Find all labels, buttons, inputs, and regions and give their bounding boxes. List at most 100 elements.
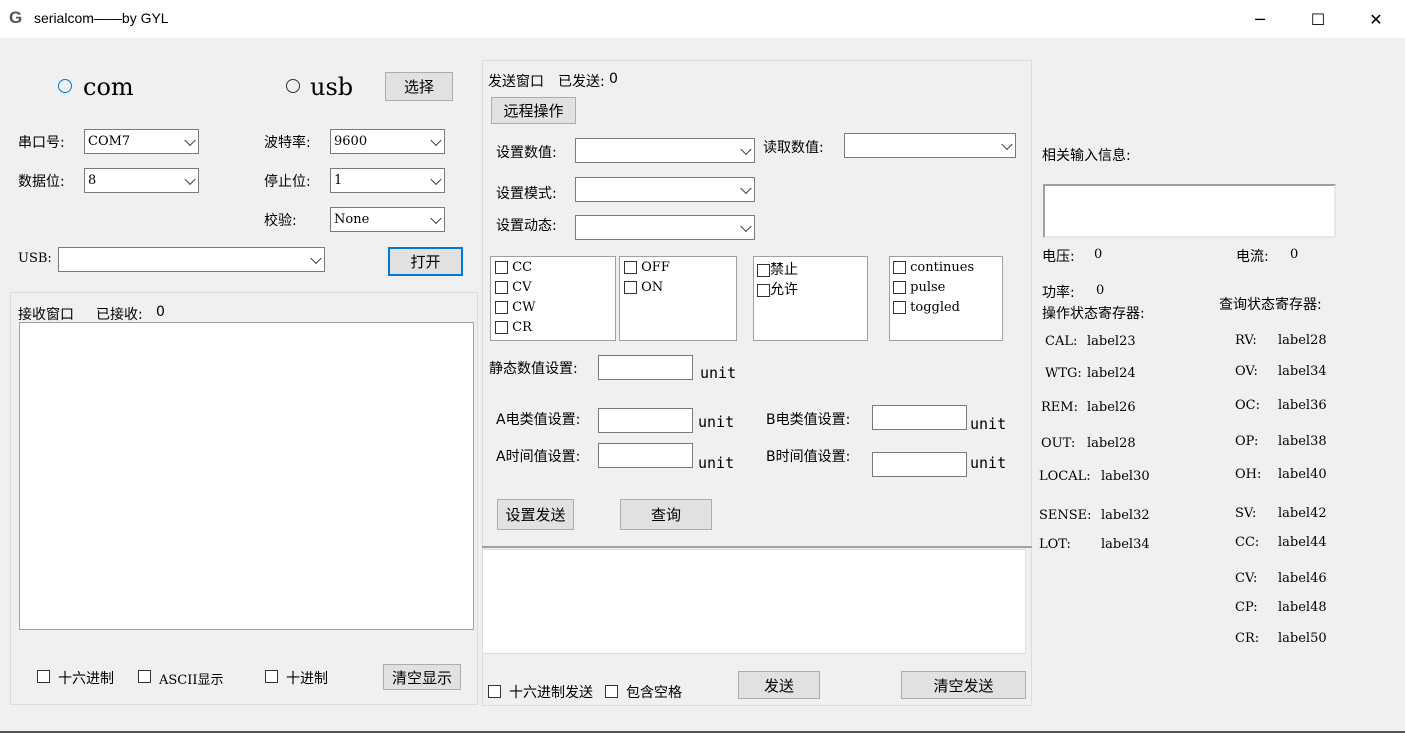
on-label: ON <box>641 280 664 295</box>
port-label: 串口号: <box>18 135 65 151</box>
send-textarea[interactable] <box>482 549 1026 654</box>
continues-label: continues <box>910 260 975 275</box>
a-time-unit: unit <box>698 454 735 472</box>
hex-display-label: 十六进制 <box>58 671 114 687</box>
receive-count-label: 已接收: <box>96 307 143 323</box>
cr-checkbox[interactable] <box>495 321 508 334</box>
minimize-button[interactable]: ─ <box>1231 0 1289 38</box>
op-reg-key: LOT: <box>1039 537 1071 552</box>
include-space-checkbox[interactable] <box>605 685 618 698</box>
b-time-input[interactable] <box>872 452 967 477</box>
allow-checkbox[interactable] <box>757 283 770 297</box>
toggled-label: toggled <box>910 300 961 315</box>
receive-count-value: 0 <box>156 304 165 320</box>
stopbits-label: 停止位: <box>264 174 311 190</box>
forbid-checkbox[interactable] <box>757 263 770 277</box>
op-reg-value: label24 <box>1087 366 1136 381</box>
com-label: com <box>83 73 134 101</box>
query-reg-key: RV: <box>1235 333 1257 348</box>
open-button[interactable]: 打开 <box>388 247 463 276</box>
send-button[interactable]: 发送 <box>738 671 820 699</box>
query-reg-key: CP: <box>1235 600 1258 615</box>
a-class-label: A电类值设置: <box>496 412 581 428</box>
set-mode-label: 设置模式: <box>496 186 557 202</box>
b-class-input[interactable] <box>872 405 967 430</box>
hex-display-checkbox[interactable] <box>37 670 50 683</box>
continues-checkbox[interactable] <box>893 261 906 274</box>
send-title: 发送窗口 <box>488 74 544 90</box>
remote-operation-button[interactable]: 远程操作 <box>491 97 576 124</box>
query-button[interactable]: 查询 <box>620 499 712 530</box>
on-checkbox[interactable] <box>624 281 637 294</box>
cw-checkbox[interactable] <box>495 301 508 314</box>
b-class-unit: unit <box>970 415 1007 433</box>
op-reg-key: SENSE: <box>1039 508 1092 523</box>
toggled-checkbox[interactable] <box>893 301 906 314</box>
close-button[interactable]: ✕ <box>1347 0 1405 38</box>
receive-textarea[interactable] <box>19 322 474 630</box>
query-reg-value: label48 <box>1278 600 1327 615</box>
power-value: 0 <box>1096 283 1105 298</box>
set-value-select[interactable] <box>575 138 755 163</box>
usb-radio[interactable] <box>286 79 300 93</box>
send-divider <box>482 546 1032 548</box>
select-button[interactable]: 选择 <box>385 72 453 101</box>
hex-send-checkbox[interactable] <box>488 685 501 698</box>
read-value-select[interactable] <box>844 133 1016 158</box>
query-reg-key: CC: <box>1235 535 1260 550</box>
maximize-button[interactable]: ☐ <box>1289 0 1347 38</box>
off-checkbox[interactable] <box>624 261 637 274</box>
cw-label: CW <box>512 300 536 315</box>
a-time-label: A时间值设置: <box>496 449 581 465</box>
query-reg-key: OH: <box>1235 467 1262 482</box>
op-reg-key: REM: <box>1041 400 1078 415</box>
send-count-value: 0 <box>609 71 618 87</box>
chevron-down-icon <box>184 173 196 185</box>
clear-send-button[interactable]: 清空发送 <box>901 671 1026 699</box>
op-reg-value: label28 <box>1087 436 1136 451</box>
query-reg-value: label28 <box>1278 333 1327 348</box>
ascii-display-checkbox[interactable] <box>138 670 151 683</box>
current-label: 电流: <box>1236 249 1269 265</box>
read-value-label: 读取数值: <box>763 140 824 156</box>
com-radio[interactable] <box>58 79 72 93</box>
baud-label: 波特率: <box>264 135 311 151</box>
a-time-input[interactable] <box>598 443 693 468</box>
related-info-input[interactable] <box>1043 184 1336 238</box>
mode-checklist[interactable]: CC CV CW CR <box>490 256 616 341</box>
related-info-label: 相关输入信息: <box>1042 148 1131 164</box>
usb-select[interactable] <box>58 247 325 272</box>
a-class-input[interactable] <box>598 408 693 433</box>
set-dynamic-select[interactable] <box>575 215 755 240</box>
off-label: OFF <box>641 260 670 275</box>
cc-checkbox[interactable] <box>495 261 508 274</box>
state-checklist[interactable]: OFF ON <box>619 256 737 341</box>
port-select[interactable]: COM7 <box>84 129 199 154</box>
dynamic-checklist[interactable]: continues pulse toggled <box>889 256 1003 341</box>
chevron-down-icon <box>1001 138 1013 150</box>
static-value-input[interactable] <box>598 355 693 380</box>
set-mode-select[interactable] <box>575 177 755 202</box>
op-reg-key: OUT: <box>1041 436 1076 451</box>
ascii-display-label: ASCII显示 <box>159 673 224 688</box>
clear-display-button[interactable]: 清空显示 <box>383 664 461 690</box>
query-reg-key: OP: <box>1235 434 1259 449</box>
parity-select[interactable]: None <box>330 207 445 232</box>
baud-select[interactable]: 9600 <box>330 129 445 154</box>
query-reg-key: OV: <box>1235 364 1258 379</box>
stopbits-select[interactable]: 1 <box>330 168 445 193</box>
cv-checkbox[interactable] <box>495 281 508 294</box>
set-send-button[interactable]: 设置发送 <box>497 499 574 530</box>
include-space-label: 包含空格 <box>626 685 682 701</box>
permit-checklist[interactable]: 禁止 允许 <box>753 256 868 341</box>
decimal-checkbox[interactable] <box>265 670 278 683</box>
query-reg-key: CR: <box>1235 631 1260 646</box>
databits-label: 数据位: <box>18 174 65 190</box>
b-class-label: B电类值设置: <box>766 412 851 428</box>
op-reg-value: label26 <box>1087 400 1136 415</box>
usb-field-label: USB: <box>18 251 52 266</box>
title-bar <box>0 0 1405 38</box>
op-reg-key: LOCAL: <box>1039 469 1091 484</box>
databits-select[interactable]: 8 <box>84 168 199 193</box>
pulse-checkbox[interactable] <box>893 281 906 294</box>
